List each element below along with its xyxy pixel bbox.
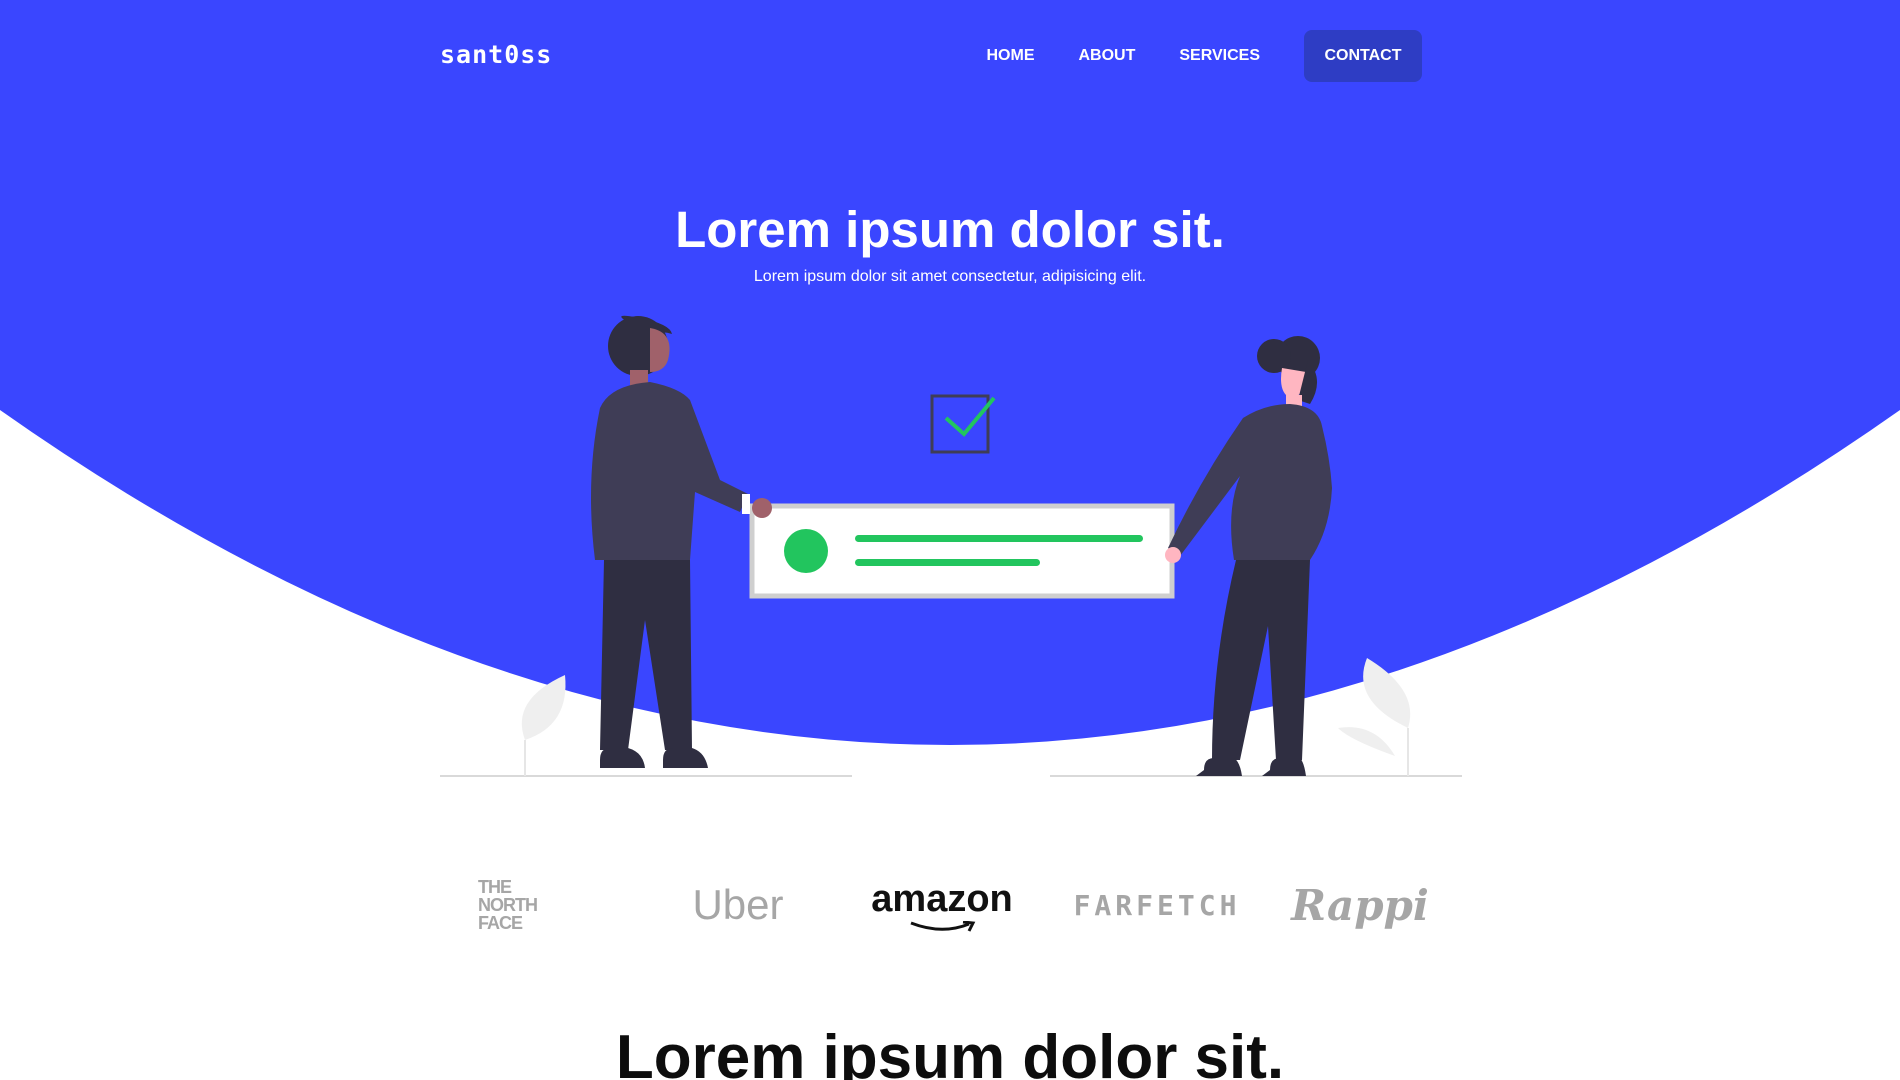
hero-subtitle: Lorem ipsum dolor sit amet consectetur, … bbox=[753, 268, 1147, 285]
brand-logo-uber: Uber bbox=[692, 881, 784, 928]
check-square-icon bbox=[930, 394, 996, 454]
woman-figure bbox=[1165, 336, 1332, 776]
card-line-short bbox=[855, 559, 1040, 566]
tnf-line-3: FACE bbox=[478, 913, 523, 933]
brand-logo[interactable]: sant0ss bbox=[440, 40, 552, 69]
leaf-icon-left bbox=[521, 675, 566, 776]
brand-logo-rappi: Rappi bbox=[1291, 880, 1429, 930]
nav-services-link[interactable]: SERVICES bbox=[1179, 47, 1260, 65]
hero-title: Lorem ipsum dolor sit. bbox=[675, 201, 1225, 258]
brand-logo-farfetch: FARFETCH bbox=[1073, 888, 1241, 922]
navbar: sant0ss HOME ABOUT SERVICES CONTACT bbox=[440, 30, 1422, 82]
amazon-wordmark: amazon bbox=[871, 877, 1013, 920]
contact-button[interactable]: CONTACT bbox=[1304, 30, 1422, 82]
nav-home-link[interactable]: HOME bbox=[986, 47, 1034, 65]
brand-logo-the-north-face: THE NORTH FACE bbox=[478, 870, 598, 940]
brand-logo-amazon: amazon bbox=[871, 870, 1013, 940]
nav-links: HOME ABOUT SERVICES CONTACT bbox=[942, 30, 1422, 82]
green-dot-icon bbox=[784, 529, 828, 573]
leaf-icon-right bbox=[1338, 658, 1411, 776]
brand-logos: THE NORTH FACE Uber amazon FARFETCH Rapp… bbox=[440, 870, 1429, 940]
tnf-line-2: NORTH bbox=[478, 895, 538, 915]
amazon-smile-icon bbox=[910, 920, 976, 932]
nav-about-link[interactable]: ABOUT bbox=[1078, 47, 1135, 65]
tnf-line-1: THE bbox=[478, 877, 512, 897]
card-line-long bbox=[855, 535, 1143, 542]
man-figure bbox=[591, 315, 772, 768]
status-card bbox=[749, 503, 1175, 599]
section-title: Lorem ipsum dolor sit. bbox=[615, 1023, 1285, 1080]
